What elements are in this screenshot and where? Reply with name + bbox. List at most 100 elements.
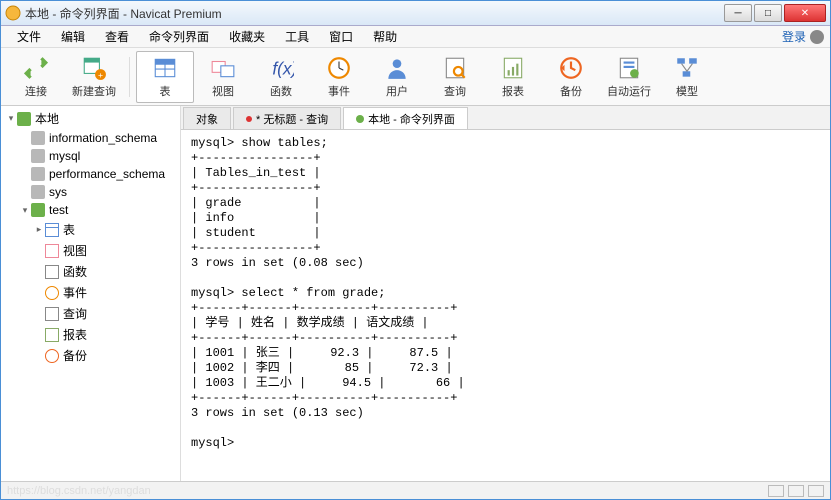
tab-label: 本地 - 命令列界面 bbox=[368, 111, 455, 127]
tree-database[interactable]: performance_schema bbox=[1, 165, 180, 183]
maximize-button[interactable]: □ bbox=[754, 4, 782, 22]
tree-label: 本地 bbox=[35, 110, 59, 127]
tree-label: 查询 bbox=[63, 305, 87, 322]
twist-icon[interactable]: ▸ bbox=[33, 224, 45, 235]
window-title: 本地 - 命令列界面 - Navicat Premium bbox=[25, 5, 724, 22]
toolbar-table[interactable]: 表 bbox=[136, 51, 194, 103]
watermark: https://blog.csdn.net/yangdan bbox=[7, 485, 151, 497]
tree-child-backup[interactable]: 备份 bbox=[1, 345, 180, 366]
toolbar-query-icon bbox=[442, 55, 468, 81]
tab[interactable]: 本地 - 命令列界面 bbox=[343, 107, 468, 129]
toolbar-label: 查询 bbox=[444, 83, 466, 99]
tree-label: 视图 bbox=[63, 242, 87, 259]
main-panel: 对象* 无标题 - 查询 本地 - 命令列界面 mysql> show table… bbox=[181, 106, 830, 481]
avatar-icon[interactable] bbox=[810, 30, 824, 44]
minimize-button[interactable]: ─ bbox=[724, 4, 752, 22]
toolbar-label: 用户 bbox=[386, 83, 408, 99]
toolbar-new-query-icon: + bbox=[81, 55, 107, 81]
toolbar-table-icon bbox=[152, 55, 178, 81]
toolbar-event[interactable]: 事件 bbox=[310, 51, 368, 103]
menu-item[interactable]: 帮助 bbox=[363, 28, 407, 46]
tab[interactable]: 对象 bbox=[183, 107, 231, 129]
toolbar-label: 连接 bbox=[25, 83, 47, 99]
twist-icon[interactable]: ▾ bbox=[5, 113, 17, 124]
toolbar-report-icon bbox=[500, 55, 526, 81]
sidebar[interactable]: ▾ 本地 information_schemamysql performance_sc… bbox=[1, 106, 181, 481]
db-icon bbox=[31, 203, 45, 217]
tree-child-view[interactable]: 视图 bbox=[1, 240, 180, 261]
status-box-1[interactable] bbox=[768, 485, 784, 497]
tree-label: test bbox=[49, 203, 68, 217]
menu-item[interactable]: 编辑 bbox=[51, 28, 95, 46]
tree-database-open[interactable]: ▾ test bbox=[1, 201, 180, 219]
svg-text:f(x): f(x) bbox=[272, 58, 294, 78]
menu-item[interactable]: 命令列界面 bbox=[139, 28, 219, 46]
menubar: 文件编辑查看命令列界面收藏夹工具窗口帮助 登录 bbox=[1, 26, 830, 48]
tree-label: sys bbox=[49, 185, 67, 199]
toolbar-autorun[interactable]: 自动运行 bbox=[600, 51, 658, 103]
menu-item[interactable]: 收藏夹 bbox=[219, 28, 275, 46]
tree-child-report[interactable]: 报表 bbox=[1, 324, 180, 345]
toolbar-backup[interactable]: 备份 bbox=[542, 51, 600, 103]
tabbar: 对象* 无标题 - 查询 本地 - 命令列界面 bbox=[181, 106, 830, 130]
table-icon bbox=[45, 223, 59, 237]
login-link[interactable]: 登录 bbox=[782, 28, 806, 45]
menu-item[interactable]: 查看 bbox=[95, 28, 139, 46]
close-button[interactable]: ✕ bbox=[784, 4, 826, 22]
report-icon bbox=[45, 328, 59, 342]
toolbar: 连接 +新建查询表 视图 f(x)函数事件用户 查询 报表 备份 自动运行 模型 bbox=[1, 48, 830, 106]
tree-child-query[interactable]: 查询 bbox=[1, 303, 180, 324]
toolbar-autorun-icon bbox=[616, 55, 642, 81]
toolbar-label: 模型 bbox=[676, 83, 698, 99]
toolbar-label: 备份 bbox=[560, 83, 582, 99]
connection-dot-icon bbox=[356, 115, 364, 123]
dbgrey-icon bbox=[31, 131, 45, 145]
dbgrey-icon bbox=[31, 149, 45, 163]
tree-connection[interactable]: ▾ 本地 bbox=[1, 108, 180, 129]
tree-label: mysql bbox=[49, 149, 80, 163]
toolbar-query[interactable]: 查询 bbox=[426, 51, 484, 103]
toolbar-model-icon bbox=[674, 55, 700, 81]
status-box-2[interactable] bbox=[788, 485, 804, 497]
toolbar-function-icon: f(x) bbox=[268, 55, 294, 81]
toolbar-user[interactable]: 用户 bbox=[368, 51, 426, 103]
tree-label: 函数 bbox=[63, 263, 87, 280]
fx-icon bbox=[45, 265, 59, 279]
toolbar-label: 报表 bbox=[502, 83, 524, 99]
toolbar-event-icon bbox=[326, 55, 352, 81]
tree-database[interactable]: information_schema bbox=[1, 129, 180, 147]
toolbar-view[interactable]: 视图 bbox=[194, 51, 252, 103]
unsaved-dot-icon bbox=[246, 116, 252, 122]
menu-item[interactable]: 工具 bbox=[275, 28, 319, 46]
console[interactable]: mysql> show tables; +----------------+ |… bbox=[181, 130, 830, 481]
menu-item[interactable]: 窗口 bbox=[319, 28, 363, 46]
tree-database[interactable]: mysql bbox=[1, 147, 180, 165]
tree-label: performance_schema bbox=[49, 167, 165, 181]
toolbar-backup-icon bbox=[558, 55, 584, 81]
tree-child-event[interactable]: 事件 bbox=[1, 282, 180, 303]
toolbar-new-query[interactable]: +新建查询 bbox=[65, 51, 123, 103]
tree-database[interactable]: sys bbox=[1, 183, 180, 201]
toolbar-label: 视图 bbox=[212, 83, 234, 99]
app-icon bbox=[5, 5, 21, 21]
svg-text:+: + bbox=[98, 69, 103, 79]
toolbar-model[interactable]: 模型 bbox=[658, 51, 716, 103]
tree-child-fx[interactable]: 函数 bbox=[1, 261, 180, 282]
statusbar: https://blog.csdn.net/yangdan bbox=[1, 481, 830, 499]
toolbar-report[interactable]: 报表 bbox=[484, 51, 542, 103]
toolbar-user-icon bbox=[384, 55, 410, 81]
toolbar-connect[interactable]: 连接 bbox=[7, 51, 65, 103]
menu-item[interactable]: 文件 bbox=[7, 28, 51, 46]
tab[interactable]: * 无标题 - 查询 bbox=[233, 107, 341, 129]
view-icon bbox=[45, 244, 59, 258]
twist-icon[interactable]: ▾ bbox=[19, 205, 31, 216]
event-icon bbox=[45, 286, 59, 300]
toolbar-label: 自动运行 bbox=[607, 83, 651, 99]
toolbar-label: 表 bbox=[160, 83, 171, 99]
toolbar-function[interactable]: f(x)函数 bbox=[252, 51, 310, 103]
status-box-3[interactable] bbox=[808, 485, 824, 497]
dbgrey-icon bbox=[31, 185, 45, 199]
titlebar: 本地 - 命令列界面 - Navicat Premium ─ □ ✕ bbox=[1, 1, 830, 26]
tree-child-table[interactable]: ▸表 bbox=[1, 219, 180, 240]
toolbar-view-icon bbox=[210, 55, 236, 81]
